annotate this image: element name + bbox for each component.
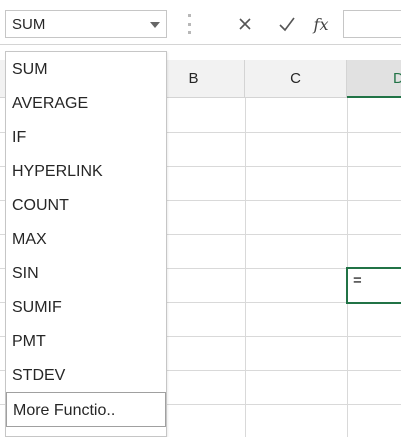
checkmark-icon	[279, 17, 295, 32]
function-item-pmt[interactable]: PMT	[6, 324, 166, 359]
function-item-sin[interactable]: SIN	[6, 256, 166, 291]
drag-handle-icon[interactable]	[188, 14, 191, 34]
function-item-if[interactable]: IF	[6, 120, 166, 155]
function-item-stdev[interactable]: STDEV	[6, 358, 166, 393]
chevron-down-icon[interactable]	[150, 22, 160, 28]
function-item-sumif[interactable]: SUMIF	[6, 290, 166, 325]
insert-function-button[interactable]: fx	[306, 10, 336, 38]
column-header-d[interactable]: D	[347, 60, 401, 98]
function-icon: fx	[313, 14, 329, 34]
more-functions-item[interactable]: More Functio..	[6, 392, 166, 427]
function-dropdown: SUM AVERAGE IF HYPERLINK COUNT MAX SIN S…	[5, 51, 167, 437]
active-cell-value: =	[353, 272, 362, 289]
column-header-c[interactable]: C	[245, 60, 347, 98]
function-item-average[interactable]: AVERAGE	[6, 86, 166, 121]
name-box-value: SUM	[12, 16, 46, 33]
function-item-sum[interactable]: SUM	[6, 52, 166, 87]
formula-bar-row: SUM fx	[0, 0, 401, 45]
function-item-hyperlink[interactable]: HYPERLINK	[6, 154, 166, 189]
name-box[interactable]: SUM	[5, 10, 167, 38]
close-icon	[239, 18, 251, 30]
enter-button[interactable]	[272, 10, 302, 38]
cancel-button[interactable]	[230, 10, 260, 38]
active-cell[interactable]: =	[346, 267, 401, 304]
function-item-count[interactable]: COUNT	[6, 188, 166, 223]
formula-input[interactable]	[343, 10, 401, 38]
function-item-max[interactable]: MAX	[6, 222, 166, 257]
